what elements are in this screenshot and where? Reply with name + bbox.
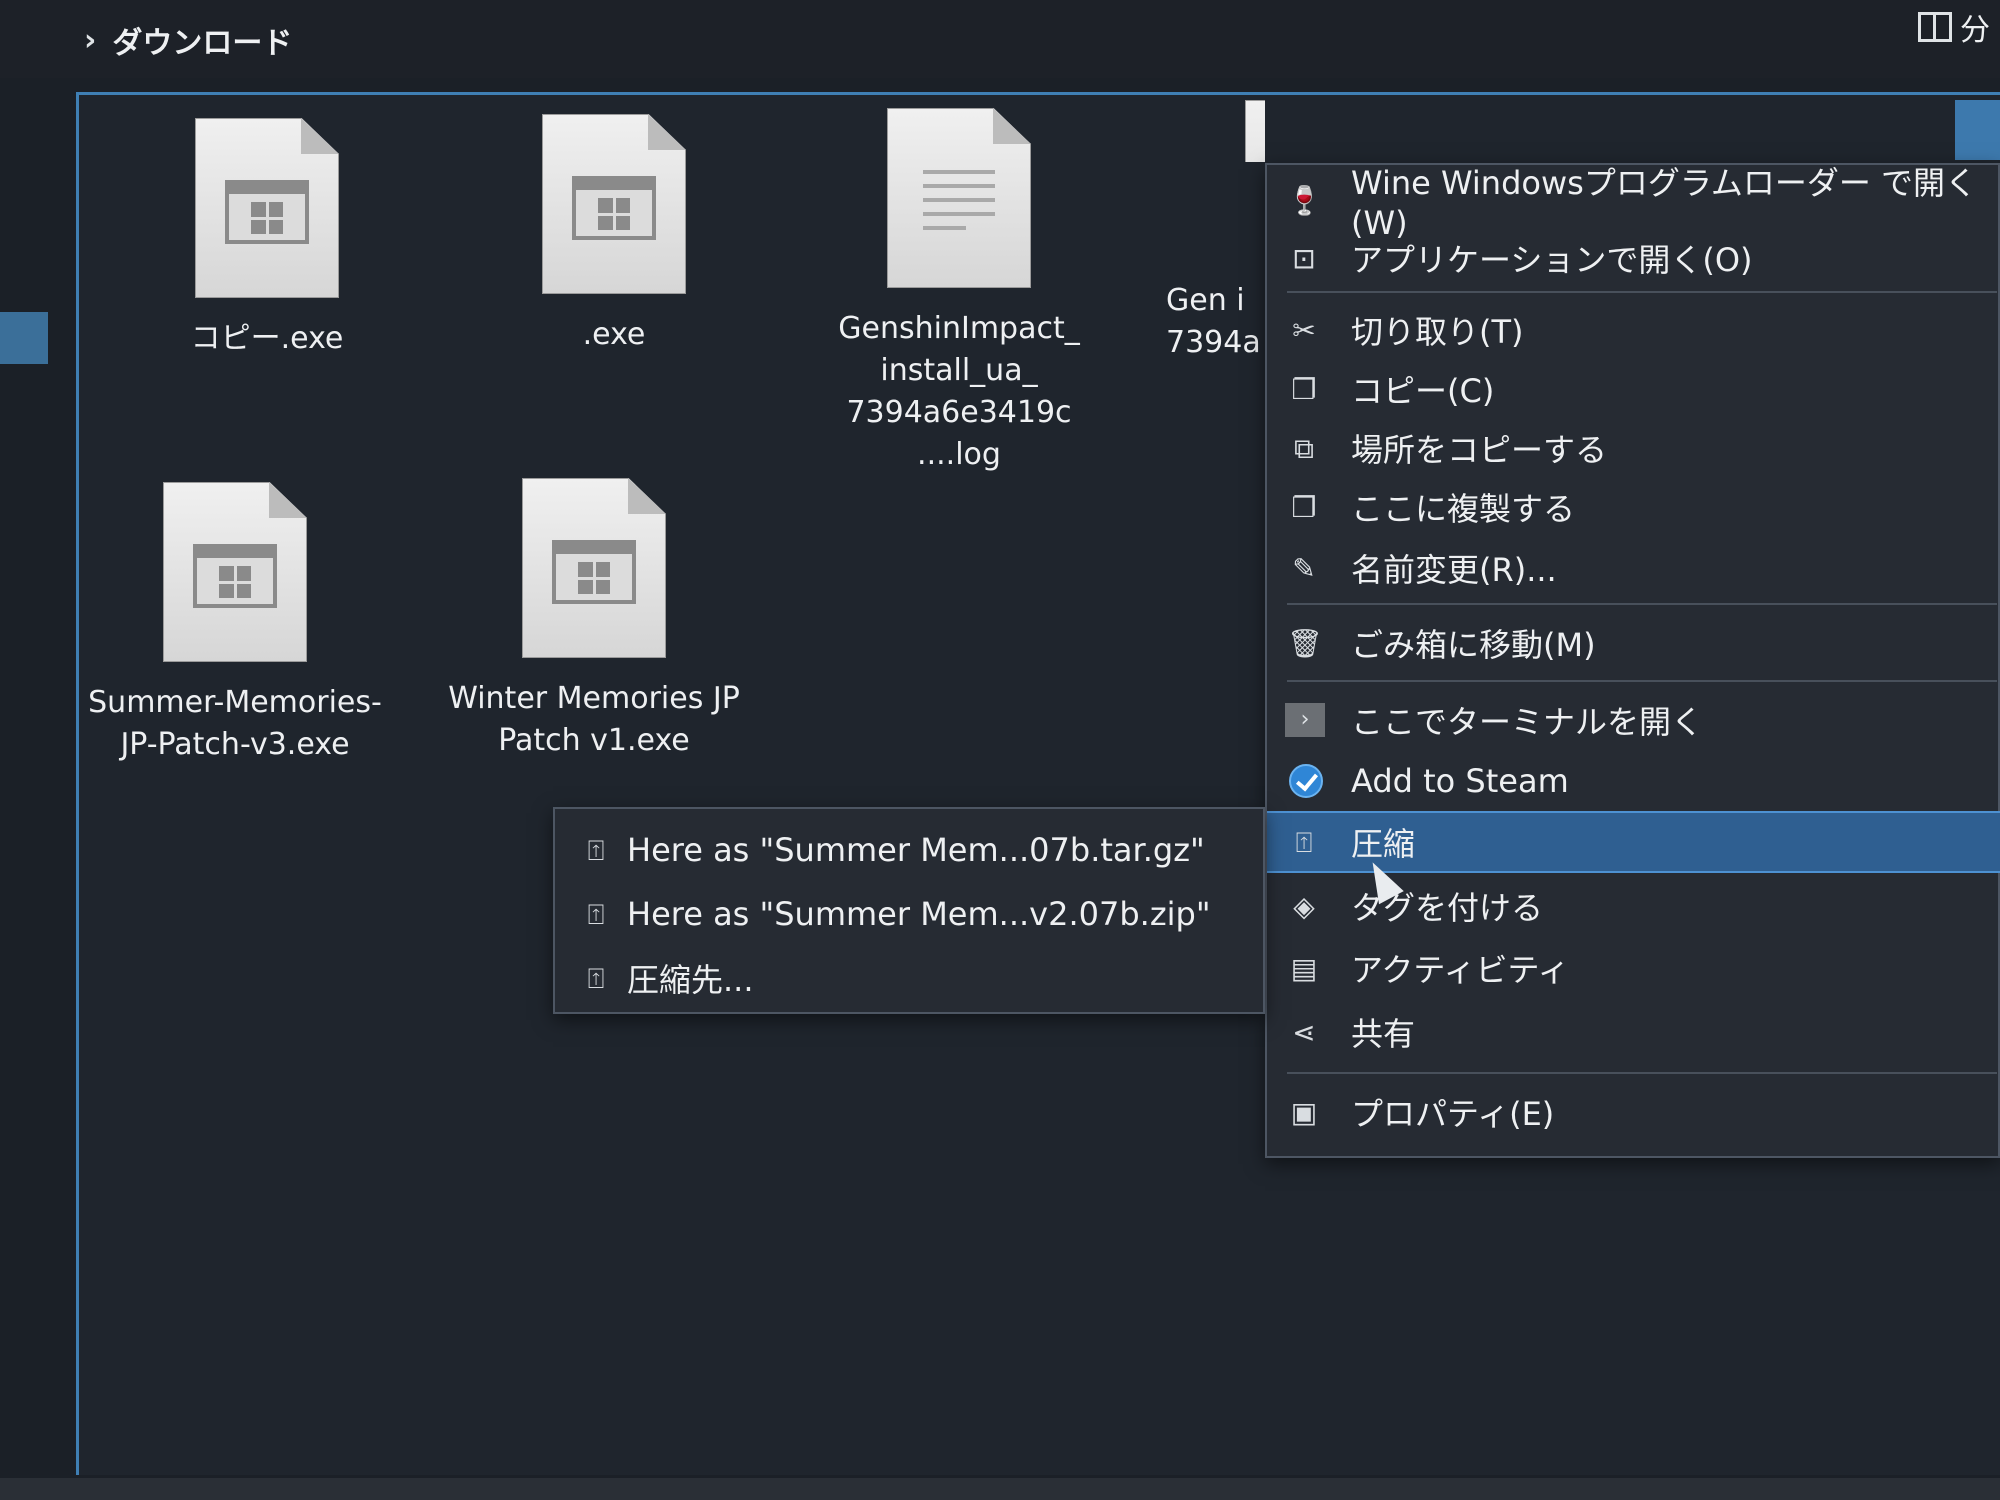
cut-icon: ✂ — [1292, 314, 1316, 347]
split-view-button[interactable]: 分 — [1918, 6, 1990, 48]
menu-item-open-wine[interactable]: 🍷 Wine Windowsプログラムローダー で開く(W) — [1267, 164, 2000, 242]
file-item-summer-patch[interactable]: Summer-Memories-JP-Patch-v3.exe — [85, 482, 385, 766]
file-name: GenshinImpact_ install_ua_ 7394a6e3419c … — [838, 311, 1080, 472]
status-bar — [0, 1478, 2000, 1500]
copy-location-icon: ⧉ — [1294, 432, 1314, 465]
split-view-label: 分 — [1960, 13, 1990, 48]
menu-item-share[interactable]: ⋖ 共有 — [1267, 1003, 2000, 1061]
file-item-winter-patch[interactable]: Winter Memories JP Patch v1.exe — [444, 478, 744, 762]
menu-separator — [1287, 603, 1997, 605]
duplicate-icon: ❐ — [1291, 491, 1317, 524]
archive-icon: ⍐ — [1295, 826, 1313, 859]
places-panel-selection[interactable] — [0, 312, 48, 364]
menu-item-add-to-steam[interactable]: Add to Steam — [1267, 752, 2000, 810]
file-name: コピー.exe — [190, 321, 344, 356]
text-file-icon — [887, 108, 1031, 288]
submenu-item-tar-gz[interactable]: ⍐ Here as "Summer Mem...07b.tar.gz" — [555, 821, 1263, 879]
archive-icon: ⍐ — [587, 834, 605, 867]
executable-file-icon — [163, 482, 307, 662]
executable-file-icon — [522, 478, 666, 658]
file-name: Summer-Memories-JP-Patch-v3.exe — [88, 685, 382, 762]
executable-file-icon — [195, 118, 339, 298]
wine-icon: 🍷 — [1287, 184, 1322, 217]
terminal-icon: › — [1285, 703, 1325, 737]
menu-item-trash[interactable]: 🗑 ごみ箱に移動(M) — [1267, 614, 2000, 672]
rename-icon: ✎ — [1292, 552, 1316, 585]
menu-item-duplicate[interactable]: ❐ ここに複製する — [1267, 478, 2000, 536]
file-item-copy-exe[interactable]: コピー.exe — [117, 118, 417, 360]
menu-item-copy[interactable]: ❐ コピー(C) — [1267, 360, 2000, 418]
executable-file-icon — [542, 114, 686, 294]
activity-icon: ▤ — [1290, 952, 1318, 985]
file-item-genshin-log[interactable]: GenshinImpact_ install_ua_ 7394a6e3419c … — [809, 108, 1109, 476]
breadcrumb[interactable]: › ダウンロード — [84, 18, 292, 62]
split-view-icon — [1918, 12, 1952, 42]
steam-icon — [1289, 764, 1323, 798]
toolbar: › ダウンロード 分 — [0, 0, 2000, 78]
menu-separator — [1287, 680, 1997, 682]
menu-item-open-terminal[interactable]: › ここでターミナルを開く — [1267, 691, 2000, 749]
archive-icon: ⍐ — [587, 962, 605, 995]
menu-item-copy-location[interactable]: ⧉ 場所をコピーする — [1267, 419, 2000, 477]
breadcrumb-current-folder[interactable]: ダウンロード — [112, 18, 292, 62]
submenu-item-zip[interactable]: ⍐ Here as "Summer Mem...v2.07b.zip" — [555, 885, 1263, 943]
selected-file-edge[interactable] — [1955, 100, 2000, 160]
share-icon: ⋖ — [1292, 1016, 1316, 1049]
archive-icon: ⍐ — [587, 898, 605, 931]
menu-item-cut[interactable]: ✂ 切り取り(T) — [1267, 301, 2000, 359]
tag-icon: ◈ — [1293, 890, 1315, 923]
open-with-icon: ⊡ — [1292, 242, 1316, 275]
menu-item-activities[interactable]: ▤ アクティビティ — [1267, 939, 2000, 997]
compress-submenu: ⍐ Here as "Summer Mem...07b.tar.gz" ⍐ He… — [553, 807, 1265, 1014]
file-name: Gen i 7394a — [1166, 283, 1261, 360]
menu-item-properties[interactable]: ▣ プロパティ(E) — [1267, 1083, 2000, 1141]
properties-icon: ▣ — [1290, 1096, 1318, 1129]
menu-separator — [1287, 291, 1997, 293]
file-name: .exe — [582, 317, 646, 352]
context-menu: 🍷 Wine Windowsプログラムローダー で開く(W) ⊡ アプリケーショ… — [1265, 163, 2000, 1158]
file-item-partial[interactable]: Gen i 7394a — [1150, 100, 1265, 364]
trash-icon: 🗑 — [1287, 627, 1323, 660]
menu-separator — [1287, 1072, 1997, 1074]
submenu-item-compress-to[interactable]: ⍐ 圧縮先... — [555, 949, 1263, 1007]
file-icon — [1245, 100, 1265, 162]
file-item-exe[interactable]: .exe — [464, 114, 764, 356]
menu-item-rename[interactable]: ✎ 名前変更(R)... — [1267, 539, 2000, 597]
copy-icon: ❐ — [1291, 373, 1317, 406]
menu-item-open-with[interactable]: ⊡ アプリケーションで開く(O) — [1267, 229, 2000, 287]
file-name: Winter Memories JP Patch v1.exe — [448, 681, 740, 758]
chevron-right-icon: › — [84, 22, 97, 58]
